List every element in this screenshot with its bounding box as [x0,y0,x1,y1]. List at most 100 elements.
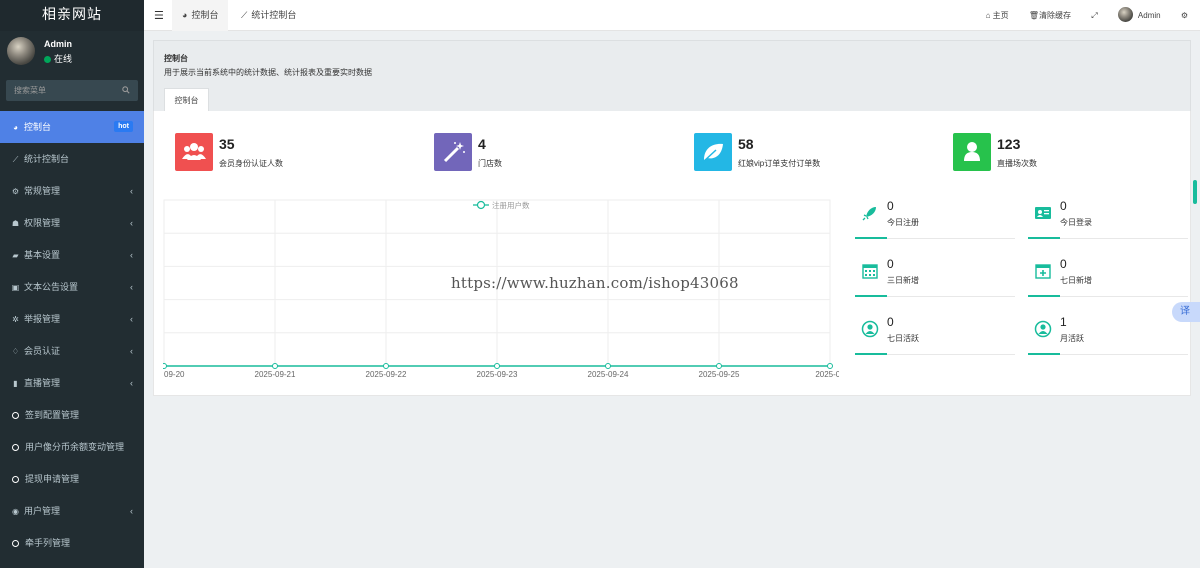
admin-menu[interactable]: Admin [1117,0,1161,31]
sidebar: 相亲网站 Admin 在线 ◕控制台hot⟋统计控制台⚙常规管理‹☗权限管理‹ ▰… [0,0,144,568]
stat-value: 4 [478,136,486,152]
chevron-left-icon: ‹ [130,314,133,324]
legend-label: 注册用户数 [492,200,530,210]
sidebar-item-label: 签到配置管理 [25,410,80,420]
stat-label: 红娘vip订单支付订单数 [738,159,821,168]
user-circle-icon [861,320,879,338]
x-tick-label: 2025-09-22 [366,370,407,378]
x-tick-label: 2025-09-23 [477,370,518,378]
clear-cache-label: 清除缓存 [1039,11,1072,20]
chevron-left-icon: ‹ [130,218,133,228]
mini-value: 0 [887,315,894,329]
data-point [272,363,278,369]
sidebar-item-label: 提现申请管理 [25,474,80,484]
page-description: 用于展示当前系统中的统计数据、统计报表及重要实时数据 [164,68,372,77]
sidebar-item-label: 牵手列管理 [25,538,71,548]
mini-value: 0 [1060,257,1067,271]
home-icon: ⌂ [985,11,991,20]
admin-name: Admin [1137,11,1161,20]
dashboard-icon: ◕ [13,123,18,132]
sidebar-item[interactable]: ▰ 基本设置 ‹ [0,239,144,271]
user-name: Admin [44,39,72,49]
sidebar-item-label: 直播管理 [24,378,61,388]
mini-stat: 1 月活跃 [1028,311,1188,355]
stat-value: 35 [219,136,235,152]
mini-value: 0 [887,199,894,213]
sidebar-menu: ◕ 控制台 hot ⟋ 统计控制台 ⚙ 常规管理 ‹ ☗ 权限管理 ‹ ▰ 基本设置 ‹ ▣ 文本公告设置 ‹ ✲… [0,111,144,559]
search-icon[interactable] [122,86,130,94]
tab-statistics[interactable]: ⟋ 统计控制台 [231,0,306,31]
scroll-indicator[interactable] [1193,180,1197,204]
car-icon: ▰ [12,251,19,260]
sidebar-item-label: 文本公告设置 [24,282,79,292]
sidebar-item[interactable]: 提现申请管理 [0,463,144,495]
mini-label: 三日新增 [887,276,919,285]
stat-icon-box [694,133,732,171]
fullscreen-icon[interactable]: ⤢ [1091,0,1097,31]
sidebar-item-label: 统计控制台 [24,154,70,164]
tab-console[interactable]: 控制台 [164,88,209,112]
x-tick-label: 2025-09-21 [255,370,296,378]
sidebar-item[interactable]: ♢ 会员认证 ‹ [0,335,144,367]
avatar [1117,7,1133,22]
stat-label: 直播场次数 [997,159,1037,168]
site-logo[interactable]: 相亲网站 [0,0,144,31]
circle-icon [12,540,19,547]
circle-icon [12,444,19,451]
x-tick-label: 2025-09-24 [588,370,629,378]
legend-marker [476,200,486,210]
sidebar-item[interactable]: ⚙ 常规管理 ‹ [0,175,144,207]
topbar: ☰ ◕ 控制台 ⟋ 统计控制台 ⌂ 主页 🗑清除缓存 ⤢ Admin ⚙ [144,0,1200,31]
trash-icon: 🗑 [1028,11,1040,20]
stat-value: 123 [997,136,1021,152]
user-panel: Admin 在线 [0,37,144,75]
stat-label: 会员身份认证人数 [219,159,283,168]
sidebar-item[interactable]: ✲ 举报管理 ‹ [0,303,144,335]
sidebar-item[interactable]: ☗ 权限管理 ‹ [0,207,144,239]
sidebar-item-label: 用户管理 [24,506,61,516]
tab-dashboard[interactable]: ◕ 控制台 [172,0,229,31]
data-point [383,363,389,369]
bus-icon: ▣ [11,283,20,292]
home-link[interactable]: ⌂ 主页 [986,0,1009,31]
film-icon: ▮ [13,379,18,388]
data-point [163,363,167,369]
sidebar-item-label: 基本设置 [24,250,61,260]
search-input[interactable] [6,80,138,101]
circle-icon [12,476,19,483]
content-header: 控制台 用于展示当前系统中的统计数据、统计报表及重要实时数据 控制台 [153,40,1191,112]
sidebar-item[interactable]: 用户像分币余额变动管理 [0,431,144,463]
mini-stat: 0 七日活跃 [855,311,1015,355]
mini-underline [855,237,1015,239]
sidebar-item[interactable]: ▣ 文本公告设置 ‹ [0,271,144,303]
magic-icon [443,142,465,163]
calendar-icon [862,264,878,279]
hot-badge: hot [114,121,133,132]
dashboard-panel: 35 会员身份认证人数 4 门店数 58 红娘vip订单支付订单数 123 直播… [153,111,1191,396]
watermark: https://www.huzhan.com/ishop43068 [451,274,739,292]
menu-toggle-icon[interactable]: ☰ [154,9,164,22]
sidebar-item[interactable]: ▮ 直播管理 ‹ [0,367,144,399]
mini-underline [855,353,1015,355]
translate-button[interactable]: 译 [1172,302,1200,322]
sidebar-item[interactable]: ◉ 用户管理 ‹ [0,495,144,527]
sidebar-item[interactable]: 牵手列管理 [0,527,144,559]
mini-stat: 0 三日新增 [855,253,1015,297]
home-label: 主页 [992,11,1009,20]
data-point [494,363,500,369]
mini-label: 月活跃 [1060,334,1084,343]
bug-icon: ✲ [12,315,19,324]
chevron-left-icon: ‹ [130,346,133,356]
mini-value: 1 [1060,315,1067,329]
sidebar-item[interactable]: ◕ 控制台 hot [0,111,144,143]
sidebar-item[interactable]: 签到配置管理 [0,399,144,431]
user-status-text: 在线 [54,54,73,64]
stat-icon-box [175,133,213,171]
sidebar-item[interactable]: ⟋ 统计控制台 [0,143,144,175]
settings-gear-icon[interactable]: ⚙ [1181,0,1188,31]
stat-icon-box [434,133,472,171]
stat-value: 58 [738,136,754,152]
sidebar-item-label: 常规管理 [24,186,61,196]
x-tick-label: 2025-09-25 [699,370,740,378]
clear-cache-button[interactable]: 🗑清除缓存 [1029,0,1071,31]
